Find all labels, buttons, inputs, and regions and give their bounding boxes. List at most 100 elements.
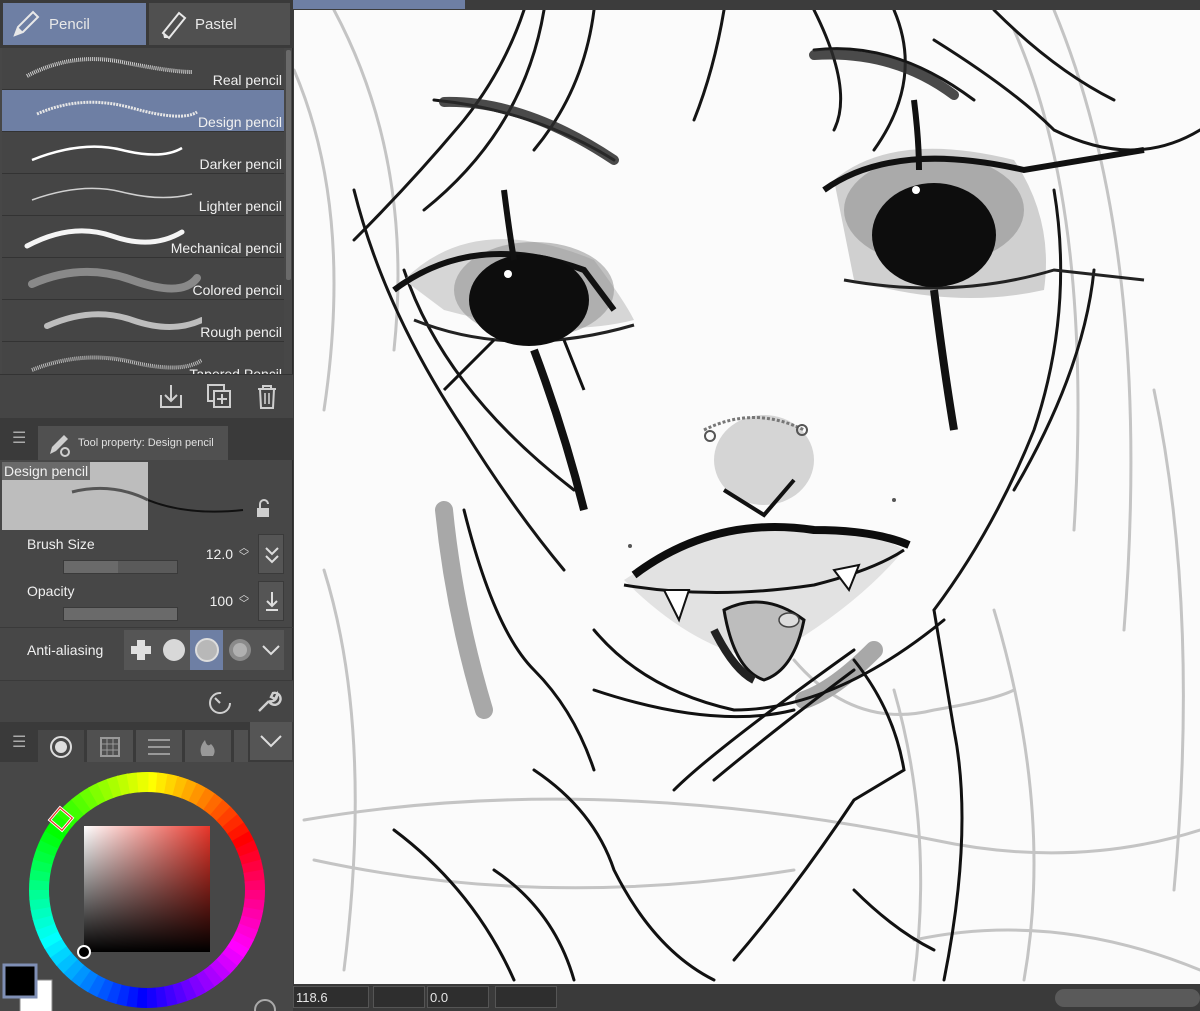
- brush-label: Rough pencil: [200, 324, 282, 340]
- aa-strong-icon: [228, 639, 251, 661]
- hue-segment: [44, 937, 67, 958]
- hue-segment: [39, 930, 63, 949]
- tab-color-set[interactable]: [87, 730, 133, 762]
- hue-segment: [243, 869, 265, 883]
- hue-segment: [105, 981, 122, 1004]
- left-panel: Pencil Pastel Real pencil Design pencil: [0, 0, 293, 1011]
- main-color-swatch[interactable]: [2, 963, 38, 999]
- hue-segment: [194, 970, 215, 993]
- rotation-value[interactable]: 0.0: [427, 986, 489, 1008]
- canvas-tab[interactable]: [293, 0, 465, 9]
- tool-property-header: ☰ Tool property: Design pencil: [0, 418, 293, 460]
- brush-item-darker-pencil[interactable]: Darker pencil: [2, 132, 284, 174]
- hue-segment: [79, 787, 100, 810]
- menu-icon[interactable]: ☰: [12, 732, 26, 752]
- tab-intermediate-color[interactable]: [185, 730, 231, 762]
- brush-size-slider[interactable]: [63, 560, 178, 574]
- brush-item-colored-pencil[interactable]: Colored pencil: [2, 258, 284, 300]
- anti-aliasing-label: Anti-aliasing: [27, 642, 104, 658]
- hue-segment: [215, 952, 238, 975]
- right-eye: [822, 99, 1145, 431]
- color-wheel-panel: [0, 762, 293, 1011]
- wrench-icon[interactable]: [253, 687, 283, 717]
- zoom-control[interactable]: [373, 986, 425, 1008]
- clip-studio-window: Pencil Pastel Real pencil Design pencil: [0, 0, 1200, 1011]
- hue-segment: [32, 914, 55, 931]
- hue-segment: [88, 782, 107, 806]
- canvas-horizontal-scrollbar[interactable]: [1055, 989, 1200, 1007]
- preview-label: Design pencil: [2, 462, 91, 480]
- tab-more[interactable]: [234, 730, 248, 762]
- brush-size-label: Brush Size: [27, 536, 95, 552]
- hue-segment: [30, 905, 53, 921]
- brush-size-dynamics-button[interactable]: [258, 534, 284, 574]
- tab-color-wheel[interactable]: [38, 730, 84, 762]
- tool-property-footer: [0, 680, 293, 722]
- duplicate-icon[interactable]: [204, 381, 234, 411]
- color-slider-icon: [148, 739, 170, 755]
- opacity-slider[interactable]: [63, 607, 178, 621]
- hue-segment: [216, 806, 239, 829]
- color-extra-icon[interactable]: [254, 999, 276, 1011]
- hue-segment: [235, 923, 258, 942]
- brush-list-scrollbar[interactable]: [286, 50, 291, 280]
- stroke-preview: [28, 267, 201, 293]
- aa-strong-option[interactable]: [223, 630, 256, 670]
- brush-preview: Design pencil: [2, 462, 148, 530]
- trash-icon[interactable]: [252, 381, 282, 411]
- import-icon[interactable]: [156, 381, 186, 411]
- tab-color-slider[interactable]: [136, 730, 182, 762]
- drawing-canvas[interactable]: [294, 10, 1200, 984]
- hue-segment: [155, 772, 170, 794]
- artwork: [294, 10, 1200, 982]
- stroke-preview: [31, 187, 193, 201]
- unlock-icon[interactable]: [252, 498, 274, 520]
- rotation-control[interactable]: [495, 986, 557, 1008]
- chevron-down-icon: [260, 735, 282, 748]
- brush-group-tabs: Pencil Pastel: [0, 0, 293, 48]
- hue-segment: [180, 779, 199, 802]
- tab-tool-property[interactable]: Tool property: Design pencil: [38, 426, 228, 460]
- left-eye: [392, 189, 635, 511]
- color-set-icon: [100, 737, 120, 757]
- opacity-dynamics-button[interactable]: [258, 581, 284, 621]
- brush-item-design-pencil[interactable]: Design pencil: [2, 90, 284, 132]
- hue-segment: [241, 859, 264, 875]
- brush-item-real-pencil[interactable]: Real pencil: [2, 48, 284, 90]
- zoom-value[interactable]: 118.6: [293, 986, 369, 1008]
- color-wheel[interactable]: [0, 762, 293, 1011]
- brush-item-mechanical-pencil[interactable]: Mechanical pencil: [2, 216, 284, 258]
- brush-size-value[interactable]: 12.0: [206, 546, 233, 562]
- brush-item-lighter-pencil[interactable]: Lighter pencil: [2, 174, 284, 216]
- aa-none-option[interactable]: [124, 630, 157, 670]
- tab-pencil[interactable]: Pencil: [3, 3, 146, 45]
- opacity-stepper[interactable]: ︿ ﹀: [239, 591, 249, 610]
- hue-segment: [40, 829, 63, 849]
- hue-segment: [33, 848, 56, 865]
- hue-segment: [106, 775, 123, 798]
- stroke-preview: [36, 100, 198, 118]
- brush-item-tapered-pencil[interactable]: Tapered Pencil: [2, 342, 284, 374]
- hue-segment: [231, 931, 254, 951]
- hue-segment: [71, 792, 92, 816]
- color-panel-collapse-button[interactable]: [250, 722, 292, 760]
- hue-segment: [63, 798, 86, 821]
- tab-pastel[interactable]: Pastel: [149, 3, 290, 45]
- aa-weak-option[interactable]: [157, 630, 190, 670]
- stroke-preview: [31, 355, 202, 372]
- hue-segment: [36, 838, 59, 857]
- hue-segment: [221, 814, 245, 835]
- brush-label: Mechanical pencil: [170, 240, 282, 256]
- hue-segment: [95, 978, 114, 1001]
- sv-cursor[interactable]: [77, 945, 91, 959]
- aa-medium-option[interactable]: [190, 630, 223, 670]
- reset-dial-icon[interactable]: [205, 687, 235, 717]
- brush-size-stepper[interactable]: ︿ ﹀: [239, 544, 249, 563]
- color-wheel-tab-icon: [50, 736, 72, 758]
- hue-segment: [126, 772, 140, 794]
- opacity-value[interactable]: 100: [210, 593, 233, 609]
- anti-aliasing-dropdown[interactable]: [258, 630, 284, 670]
- brush-item-rough-pencil[interactable]: Rough pencil: [2, 300, 284, 342]
- menu-icon[interactable]: ☰: [12, 428, 26, 448]
- hue-segment: [226, 938, 250, 959]
